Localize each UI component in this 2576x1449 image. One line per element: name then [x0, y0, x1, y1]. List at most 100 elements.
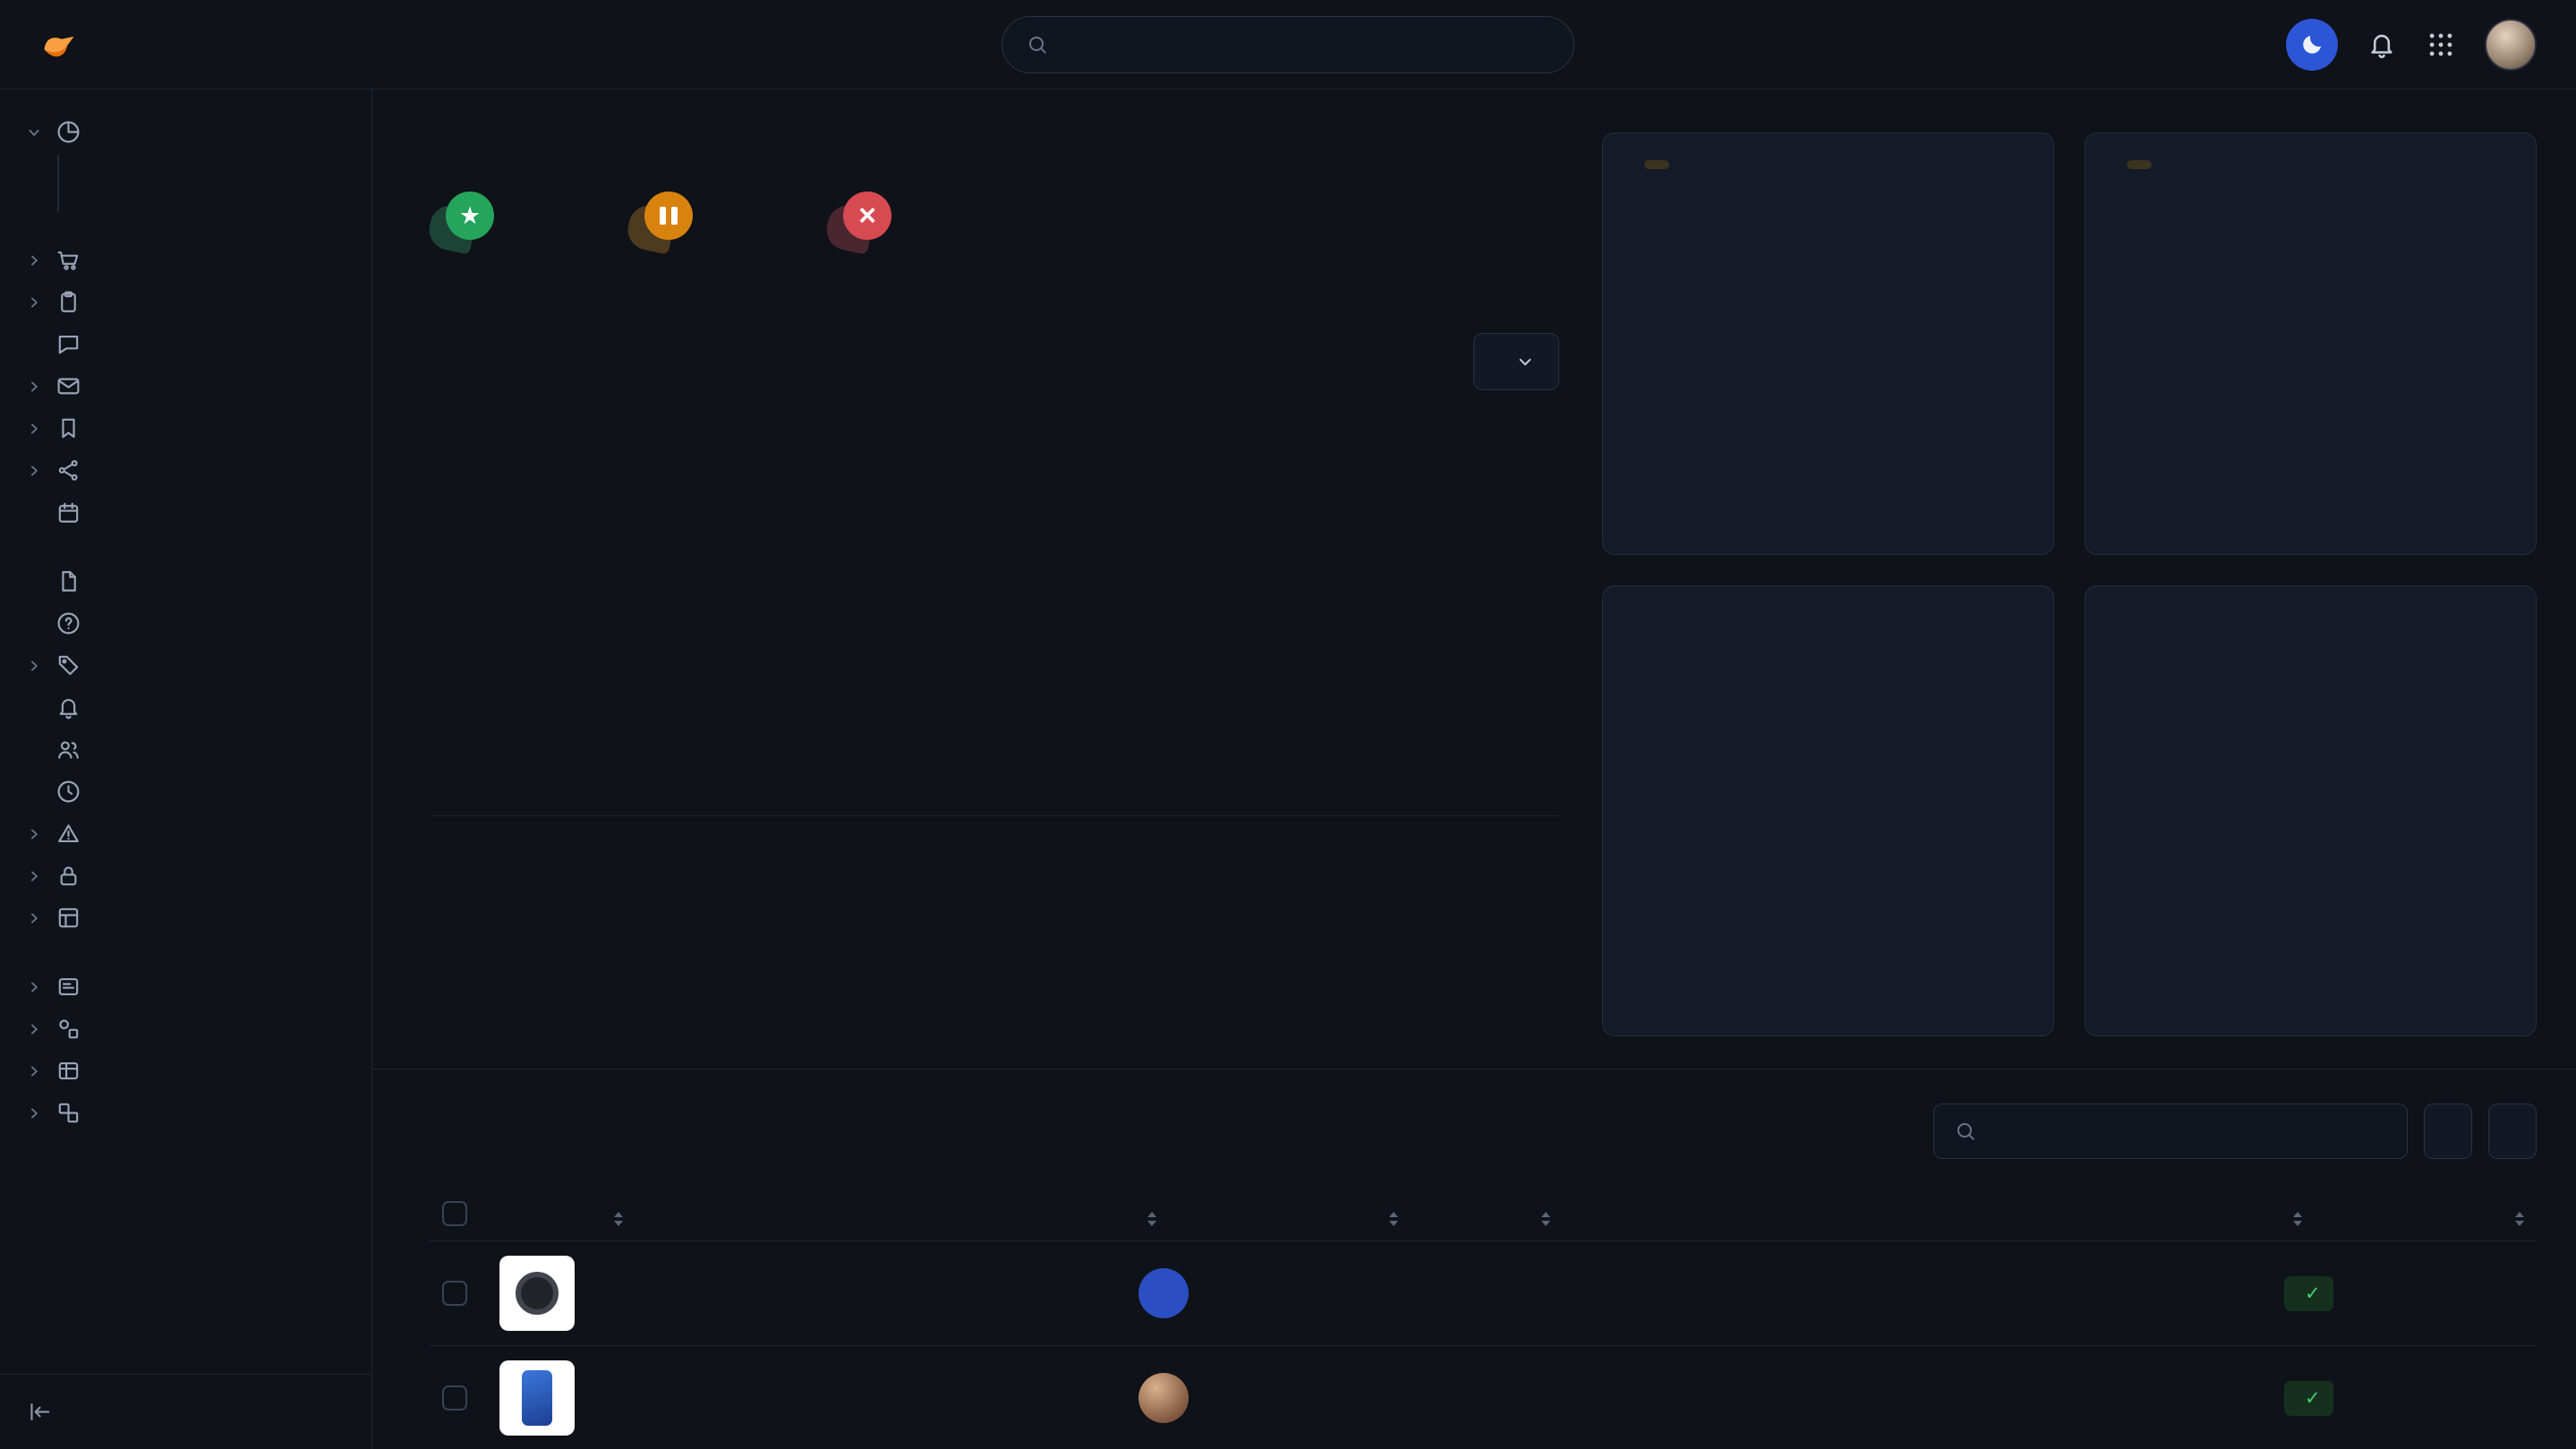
sidebar-item-forms[interactable] [0, 966, 371, 1008]
dashboard-left-column: ★ [430, 132, 1559, 1036]
sidebar-item-pricing[interactable] [0, 644, 371, 686]
chevron-right-icon [25, 462, 43, 480]
components-icon [55, 1100, 81, 1126]
stat-out-of-stock: × [827, 192, 918, 251]
sidebar-item-project-management-app[interactable] [0, 281, 371, 323]
navbar-actions [2286, 19, 2537, 71]
sidebar-item-layouts[interactable] [0, 897, 371, 939]
column-rating[interactable] [1368, 1186, 1520, 1241]
new-customers-card [2085, 132, 2537, 555]
user-avatar[interactable] [2485, 19, 2537, 71]
chevron-right-icon [25, 909, 43, 927]
sidebar-item-events[interactable] [0, 407, 371, 449]
stat-new-orders: ★ [430, 192, 521, 251]
moon-icon [2299, 31, 2325, 58]
sidebar-home-children [57, 155, 371, 212]
row-checkbox[interactable] [442, 1281, 467, 1306]
sidebar-item-social[interactable] [0, 449, 371, 491]
sidebar-item-tables[interactable] [0, 1050, 371, 1092]
global-search [1002, 16, 1574, 73]
check-icon: ✓ [2305, 1387, 2321, 1410]
avatar [1139, 1268, 1189, 1318]
column-product[interactable] [593, 1186, 1126, 1241]
sort-icon [2293, 1212, 2302, 1226]
theme-toggle-button[interactable] [2286, 19, 2338, 71]
chevron-down-icon [1514, 350, 1537, 373]
paying-gauge-chart [2186, 649, 2436, 819]
sidebar-item-project-management-dashboard[interactable] [59, 169, 371, 183]
donut-center-value [1736, 647, 1921, 831]
legend-item [2112, 996, 2509, 1009]
brand[interactable] [39, 25, 91, 64]
sidebar-item-icons[interactable] [0, 1008, 371, 1050]
product-image[interactable] [499, 1256, 575, 1331]
column-review[interactable] [1520, 1186, 2272, 1241]
chevron-right-icon [25, 978, 43, 996]
new-orders-icon: ★ [430, 192, 494, 251]
cart-icon [55, 247, 81, 273]
share-icon [55, 457, 81, 483]
stat-orders-on-hold [628, 192, 720, 251]
sidebar-item-starter[interactable] [0, 560, 371, 602]
column-customer[interactable] [1126, 1186, 1368, 1241]
status-badge: ✓ [2284, 1381, 2333, 1416]
reviews-search [1933, 1104, 2408, 1159]
customer-cell [1139, 1373, 1355, 1423]
more-options-button[interactable] [2488, 1104, 2537, 1159]
sidebar-item-social-feed[interactable] [59, 198, 371, 212]
column-status[interactable] [2272, 1186, 2474, 1241]
sort-icon [1147, 1212, 1156, 1226]
column-time[interactable] [2474, 1186, 2537, 1241]
sidebar-item-landing[interactable] [59, 183, 371, 198]
sidebar-item-authentication[interactable] [0, 855, 371, 897]
clipboard-icon [55, 289, 81, 315]
product-image[interactable] [499, 1360, 575, 1436]
sort-icon [1541, 1212, 1550, 1226]
select-all-checkbox[interactable] [442, 1201, 467, 1226]
sort-icon [1389, 1212, 1398, 1226]
chevron-right-icon [25, 1104, 43, 1122]
sort-icon [614, 1212, 623, 1226]
top-coupons-legend [1630, 950, 2026, 1009]
sort-icon [2515, 1212, 2524, 1226]
avatar [1139, 1373, 1189, 1423]
bell-icon [2367, 30, 2397, 60]
mail-icon [55, 373, 81, 399]
row-checkbox[interactable] [442, 1385, 467, 1411]
chevron-right-icon [25, 825, 43, 843]
sidebar-item-faq[interactable] [0, 602, 371, 644]
dashboard-cards [1602, 132, 2537, 1036]
date-range-select[interactable] [1473, 333, 1559, 390]
notifications-button[interactable] [2367, 30, 2397, 60]
global-search-input[interactable] [1063, 30, 1550, 58]
all-products-filter-button[interactable] [2424, 1104, 2472, 1159]
top-coupons-card [1602, 585, 2054, 1036]
warning-icon [55, 821, 81, 847]
search-icon [1954, 1120, 1977, 1143]
trend-badge [1644, 160, 1669, 169]
reviews-search-input[interactable] [1990, 1119, 2387, 1145]
grid-dots-icon [2426, 30, 2456, 60]
sidebar-item-ecommerce-app[interactable] [0, 239, 371, 281]
sidebar-item-chat[interactable] [0, 323, 371, 365]
table-icon [55, 1058, 81, 1084]
sidebar-item-notifications[interactable] [0, 686, 371, 729]
sidebar-item-email[interactable] [0, 365, 371, 407]
sidebar-group-home[interactable] [0, 111, 371, 153]
sidebar-item-ecommerce-dashboard[interactable] [59, 155, 371, 169]
apps-grid-button[interactable] [2426, 30, 2456, 60]
sidebar-item-errors[interactable] [0, 813, 371, 855]
sidebar-item-timeline[interactable] [0, 771, 371, 813]
paying-vs-non-paying-card [2085, 585, 2537, 1036]
chevron-right-icon [25, 420, 43, 438]
new-customers-line-chart [2112, 209, 2509, 401]
legend-item [1630, 973, 2026, 985]
collapsed-view-toggle[interactable] [0, 1374, 371, 1449]
sidebar-item-members[interactable] [0, 729, 371, 771]
clock-icon [55, 779, 81, 805]
chevron-right-icon [25, 1062, 43, 1080]
sidebar-item-calendar[interactable] [0, 491, 371, 533]
total-sells-header [430, 333, 1559, 390]
legend-item [1630, 950, 2026, 962]
sidebar-item-components[interactable] [0, 1092, 371, 1134]
